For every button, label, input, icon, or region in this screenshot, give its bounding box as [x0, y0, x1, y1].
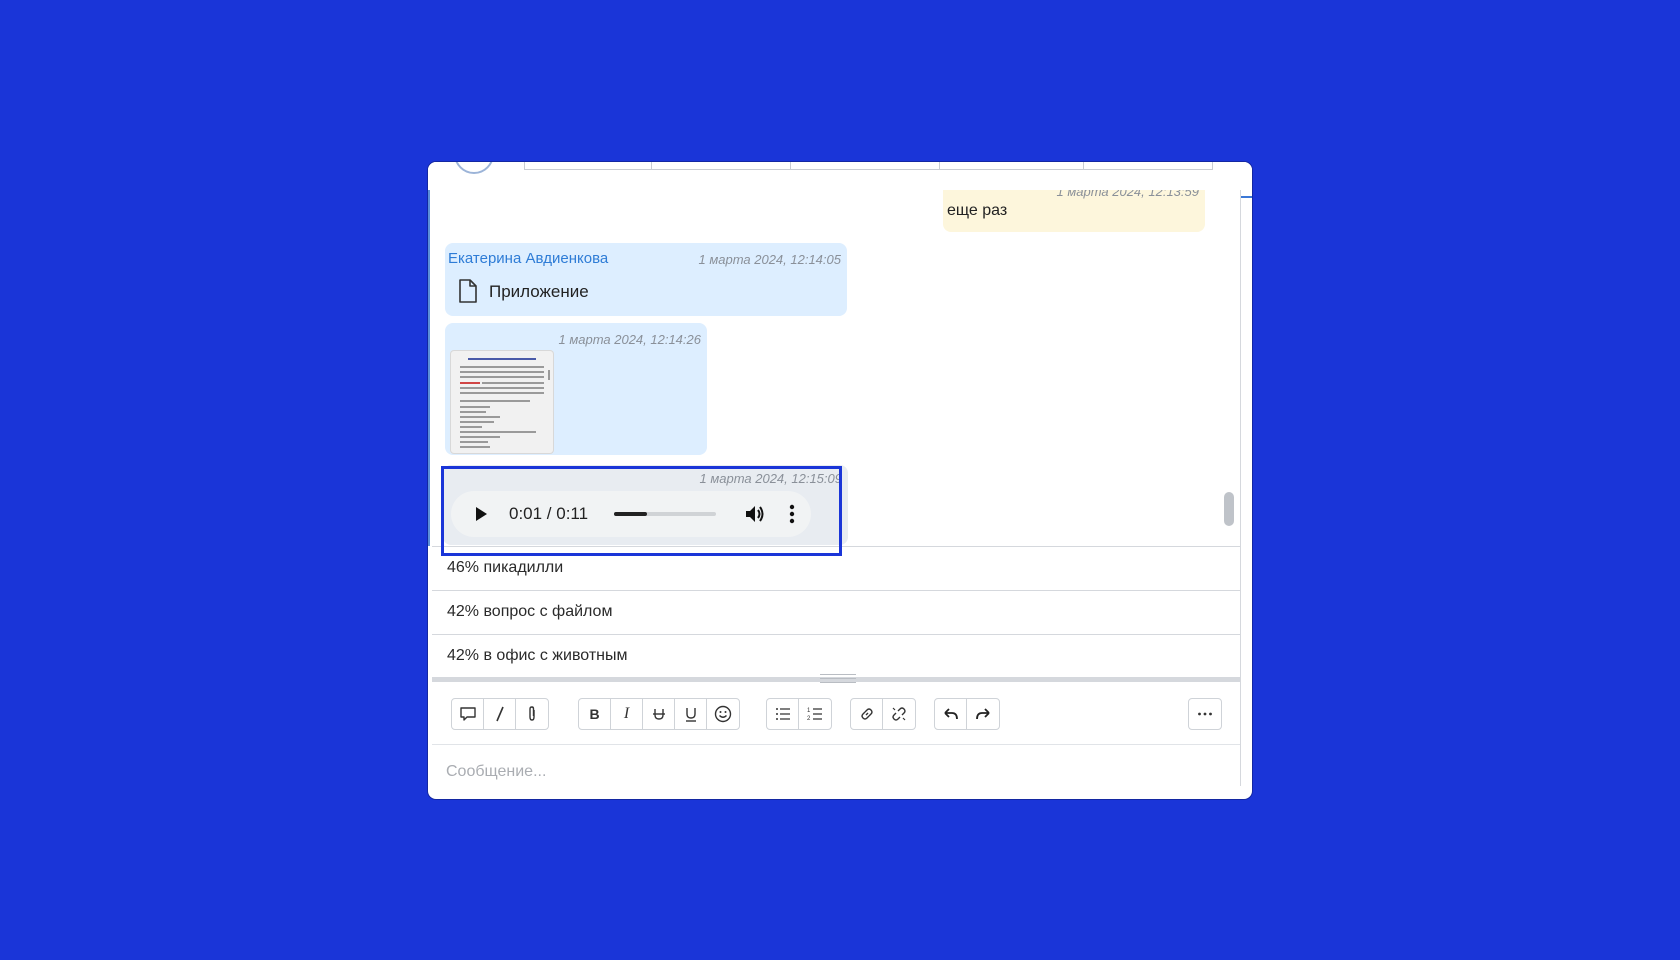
- thumbnail-line: [460, 392, 544, 394]
- suggestion-text: 42% вопрос с файлом: [447, 603, 613, 620]
- emoji-icon[interactable]: [707, 699, 739, 729]
- accent-line: [1241, 196, 1252, 198]
- thumbnail-line: [460, 431, 536, 433]
- header-strip: [428, 162, 1252, 190]
- underline-icon[interactable]: [675, 699, 707, 729]
- toolbar-group-history: [934, 698, 1000, 730]
- grip-line: [820, 674, 856, 675]
- thumbnail-line: [460, 382, 480, 384]
- toolbar-group-lists: 12: [766, 698, 832, 730]
- bold-icon[interactable]: B: [579, 699, 611, 729]
- formatting-toolbar: B I 12: [432, 682, 1240, 745]
- thumbnail-line: [460, 406, 490, 408]
- link-icon[interactable]: [851, 699, 883, 729]
- header-tab[interactable]: [939, 162, 1084, 170]
- header-tab[interactable]: [651, 162, 791, 170]
- thumbnail-line: [460, 387, 544, 389]
- message-own[interactable]: 1 марта 2024, 12:13:59 еще раз: [943, 190, 1205, 232]
- sender-name[interactable]: Екатерина Авдиенкова: [448, 250, 608, 267]
- bulleted-list-icon[interactable]: [767, 699, 799, 729]
- thumbnail-line: [460, 366, 544, 368]
- message-input[interactable]: [444, 757, 1148, 787]
- svg-text:1: 1: [807, 708, 811, 714]
- toolbar-group-format: B I: [578, 698, 740, 730]
- strikethrough-icon[interactable]: [643, 699, 675, 729]
- thumbnail-line: [460, 376, 544, 378]
- chat-left-border: [428, 190, 430, 546]
- thumbnail-line: [460, 446, 490, 448]
- suggestion-text: 46% пикадилли: [447, 559, 564, 576]
- message-timestamp: 1 марта 2024, 12:13:59: [1056, 190, 1200, 199]
- thumbnail-line: [460, 436, 500, 438]
- highlight-frame: [441, 466, 842, 556]
- slash-icon[interactable]: [484, 699, 516, 729]
- image-thumbnail[interactable]: [450, 350, 554, 454]
- comment-icon[interactable]: [452, 699, 484, 729]
- header-tab[interactable]: [524, 162, 652, 170]
- panel-divider: [1240, 190, 1241, 786]
- thumbnail-line: [460, 421, 494, 423]
- message-composer: [432, 745, 1240, 799]
- suggestion-item[interactable]: 42% вопрос с файлом: [432, 590, 1240, 634]
- message-text: еще раз: [947, 202, 1008, 219]
- thumbnail-scroll: [548, 370, 550, 380]
- thumbnail-line: [482, 382, 544, 384]
- message-timestamp: 1 марта 2024, 12:14:26: [558, 332, 702, 347]
- message-file[interactable]: Екатерина Авдиенкова 1 марта 2024, 12:14…: [445, 243, 847, 316]
- suggestion-text: 42% в офис с животным: [447, 647, 628, 664]
- suggestion-item[interactable]: 42% в офис с животным: [432, 634, 1240, 677]
- file-icon[interactable]: [458, 279, 478, 303]
- svg-text:2: 2: [807, 716, 811, 722]
- grip-line: [820, 678, 856, 679]
- numbered-list-icon[interactable]: 12: [799, 699, 831, 729]
- thumbnail-line: [460, 411, 486, 413]
- message-timestamp: 1 марта 2024, 12:14:05: [698, 252, 842, 267]
- header-tab[interactable]: [790, 162, 940, 170]
- paperclip-icon[interactable]: [516, 699, 548, 729]
- toolbar-group-insert: [451, 698, 549, 730]
- header-tab[interactable]: [1083, 162, 1213, 170]
- thumbnail-line: [460, 371, 544, 373]
- unlink-icon[interactable]: [883, 699, 915, 729]
- scrollbar-thumb[interactable]: [1224, 492, 1234, 526]
- more-icon[interactable]: [1189, 699, 1221, 729]
- toolbar-group-links: [850, 698, 916, 730]
- thumbnail-line: [460, 426, 482, 428]
- undo-icon[interactable]: [935, 699, 967, 729]
- thumbnail-line: [460, 400, 530, 402]
- italic-icon[interactable]: I: [611, 699, 643, 729]
- thumbnail-line: [460, 441, 488, 443]
- toolbar-group-more: [1188, 698, 1222, 730]
- file-name[interactable]: Приложение: [489, 282, 589, 302]
- thumbnail-line: [460, 416, 500, 418]
- avatar[interactable]: [454, 162, 494, 174]
- redo-icon[interactable]: [967, 699, 999, 729]
- thumbnail-title-line: [468, 358, 536, 360]
